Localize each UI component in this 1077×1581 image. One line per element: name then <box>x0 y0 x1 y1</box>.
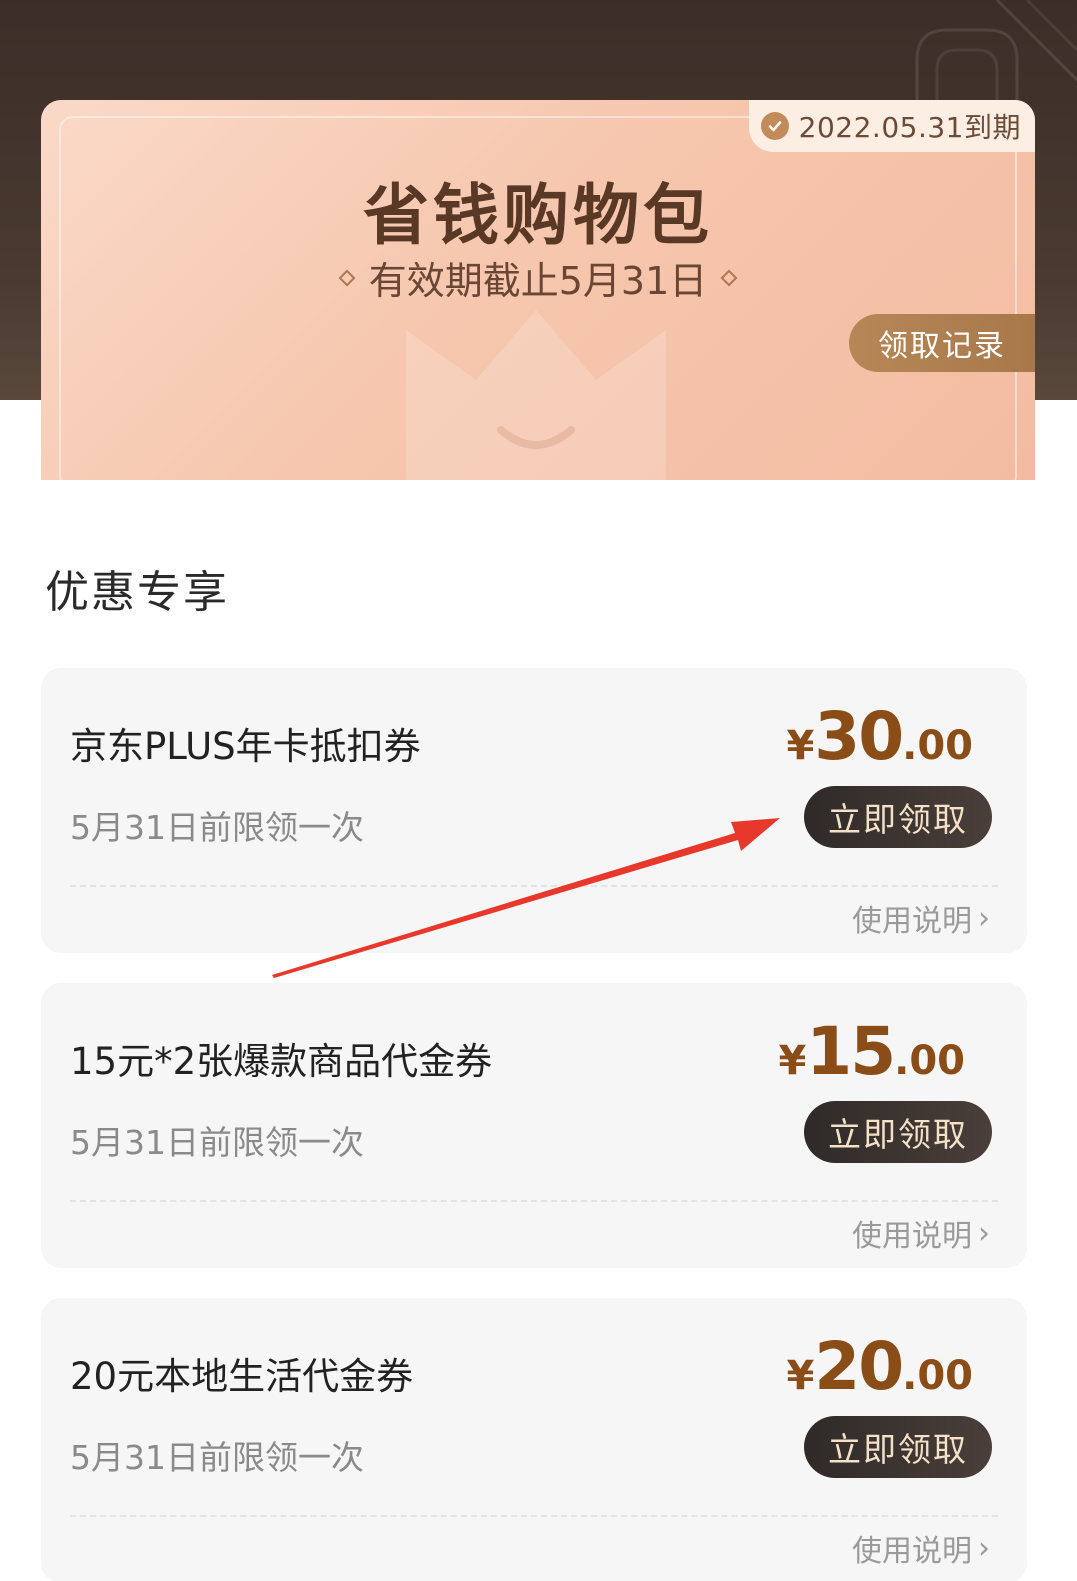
price-decimal: .00 <box>894 1038 965 1084</box>
price-integer: 20 <box>814 1328 904 1405</box>
dashed-divider <box>70 885 998 887</box>
coupon-limit: 5月31日前限领一次 <box>70 808 364 847</box>
price-currency: ¥ <box>786 1353 815 1399</box>
page-title: 省钱购物包 <box>363 177 713 254</box>
coupon-card: 15元*2张爆款商品代金券 5月31日前限领一次 ¥ 15 .00 立即领取 使… <box>41 983 1027 1268</box>
dashed-divider <box>70 1200 998 1202</box>
coupon-name: 15元*2张爆款商品代金券 <box>70 1040 493 1083</box>
usage-instructions-link[interactable]: 使用说明 › <box>852 1526 990 1570</box>
chevron-right-icon: › <box>978 900 990 936</box>
price-decimal: .00 <box>902 723 973 769</box>
diamond-icon <box>720 269 738 286</box>
coupon-limit: 5月31日前限领一次 <box>70 1438 364 1477</box>
dashed-divider <box>70 1515 998 1517</box>
price-integer: 30 <box>814 698 904 775</box>
coupon-limit: 5月31日前限领一次 <box>70 1123 364 1162</box>
shopping-pack-card: 2022.05.31到期 省钱购物包 有效期截止5月31日 领取记录 <box>41 100 1035 480</box>
claim-button[interactable]: 立即领取 <box>804 786 992 848</box>
usage-instructions-label: 使用说明 <box>852 1534 972 1569</box>
header-section: 2022.05.31到期 省钱购物包 有效期截止5月31日 领取记录 <box>0 0 1077 480</box>
check-circle-icon <box>760 112 789 140</box>
section-title: 优惠专享 <box>45 567 229 618</box>
price-decimal: .00 <box>902 1353 973 1399</box>
claim-button[interactable]: 立即领取 <box>804 1101 992 1163</box>
header-decoration <box>915 0 1077 110</box>
claim-button[interactable]: 立即领取 <box>804 1416 992 1478</box>
diamond-icon <box>338 269 356 286</box>
coupon-name: 京东PLUS年卡抵扣券 <box>70 725 421 768</box>
usage-instructions-label: 使用说明 <box>852 1219 972 1254</box>
chevron-right-icon: › <box>978 1215 990 1251</box>
usage-instructions-link[interactable]: 使用说明 › <box>852 896 990 940</box>
coupon-card: 京东PLUS年卡抵扣券 5月31日前限领一次 ¥ 30 .00 立即领取 使用说… <box>41 668 1027 953</box>
coupon-price: ¥ 15 .00 <box>778 1013 965 1090</box>
coupon-card: 20元本地生活代金券 5月31日前限领一次 ¥ 20 .00 立即领取 使用说明… <box>41 1298 1027 1581</box>
expiry-badge: 2022.05.31到期 <box>748 100 1035 152</box>
usage-instructions-link[interactable]: 使用说明 › <box>852 1211 990 1255</box>
price-currency: ¥ <box>778 1038 807 1084</box>
crown-watermark-icon <box>406 310 666 480</box>
coupon-name: 20元本地生活代金券 <box>70 1355 414 1398</box>
coupon-price: ¥ 20 .00 <box>786 1328 973 1405</box>
validity-line: 有效期截止5月31日 <box>41 250 1035 305</box>
coupon-price: ¥ 30 .00 <box>786 698 973 775</box>
validity-text: 有效期截止5月31日 <box>368 259 708 303</box>
usage-instructions-label: 使用说明 <box>852 904 972 939</box>
expiry-text: 2022.05.31到期 <box>798 111 1021 144</box>
price-integer: 15 <box>806 1013 896 1090</box>
claim-record-button[interactable]: 领取记录 <box>849 314 1035 372</box>
price-currency: ¥ <box>786 723 815 769</box>
chevron-right-icon: › <box>978 1530 990 1566</box>
